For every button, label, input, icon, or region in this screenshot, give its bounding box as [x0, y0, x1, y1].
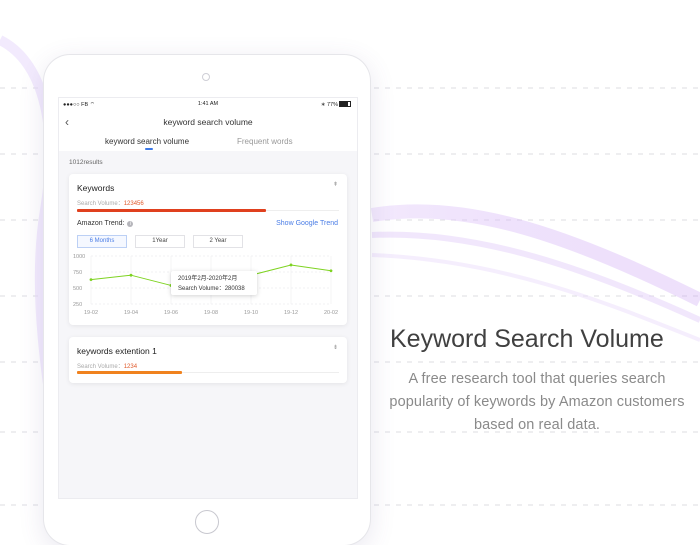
x-tick-label: 19-08 — [204, 310, 218, 316]
card-title: Keywords — [77, 183, 115, 193]
range-6-months-button[interactable]: 6 Months — [77, 235, 127, 248]
search-volume-line: Search Volume：123456 — [77, 198, 144, 207]
nav-bar: ‹ keyword search volume keyword search v… — [59, 111, 357, 151]
chart-tooltip: 2019年2月-2020年2月 Search Volume：280038 — [171, 271, 257, 295]
results-count: 1012results — [69, 159, 103, 166]
card-title: keywords extention 1 — [77, 346, 157, 356]
range-1-year-button[interactable]: 1Year — [135, 235, 185, 248]
search-volume-value: 123456 — [123, 201, 144, 207]
y-tick-label: 250 — [73, 302, 82, 308]
search-volume-label: Search Volume： — [77, 364, 124, 370]
trend-point — [329, 269, 333, 273]
x-tick-label: 19-04 — [124, 310, 138, 316]
info-icon[interactable]: i — [127, 221, 134, 227]
promo-description: A free research tool that queries search… — [389, 371, 685, 433]
search-volume-value: 1234 — [123, 364, 138, 370]
trend-point — [89, 278, 93, 282]
promo-headline: Keyword Search Volume — [390, 325, 664, 353]
x-tick-label: 19-10 — [244, 310, 258, 316]
active-tab-indicator — [145, 148, 153, 150]
app-screen: ●●●○○ FB ︎⌔ 1:41 AM ∗ 77% ‹ keyword sear… — [58, 97, 358, 499]
status-bar: ●●●○○ FB ︎⌔ 1:41 AM ∗ 77% — [59, 98, 357, 111]
tab-keyword-search-volume[interactable]: keyword search volume — [105, 137, 189, 146]
x-tick-label: 19-06 — [164, 310, 178, 316]
show-google-trend-link[interactable]: Show Google Trend — [276, 220, 338, 227]
x-tick-label: 19-12 — [284, 310, 298, 316]
search-volume-bar — [77, 209, 339, 212]
search-volume-label: Search Volume： — [77, 201, 124, 207]
trend-point — [289, 263, 293, 267]
y-tick-label: 500 — [73, 286, 82, 292]
battery-indicator: ∗ 77% — [321, 101, 351, 108]
range-2-year-button[interactable]: 2 Year — [193, 235, 243, 248]
collapse-arrow-icon[interactable]: ⇞ — [333, 181, 338, 188]
search-volume-bar-fill — [77, 209, 266, 212]
y-tick-label: 1000 — [73, 254, 85, 260]
trend-point — [129, 273, 133, 277]
search-volume-bar-fill — [77, 371, 182, 374]
camera-icon — [202, 73, 210, 81]
page-title: keyword search volume — [163, 117, 253, 127]
battery-icon — [339, 101, 351, 107]
tab-frequent-words[interactable]: Frequent words — [237, 137, 293, 146]
home-button[interactable] — [195, 510, 219, 534]
keyword-card: Keywords ⇞ Search Volume：123456 Amazon T… — [69, 174, 347, 325]
tooltip-period: 2019年2月-2020年2月 — [178, 276, 238, 282]
search-volume-bar — [77, 371, 339, 374]
expand-arrow-icon[interactable]: ⇟ — [333, 344, 338, 351]
amazon-trend-label: Amazon Trend: i — [77, 220, 134, 227]
search-volume-line: Search Volume：1234 — [77, 361, 137, 370]
clock: 1:41 AM — [197, 101, 219, 107]
x-tick-label: 19-02 — [84, 310, 98, 316]
x-tick-label: 20-02 — [324, 310, 338, 316]
y-tick-label: 750 — [73, 270, 82, 276]
tooltip-volume: Search Volume：280038 — [178, 286, 245, 292]
keyword-extension-card: keywords extention 1 ⇟ Search Volume：123… — [69, 337, 347, 383]
